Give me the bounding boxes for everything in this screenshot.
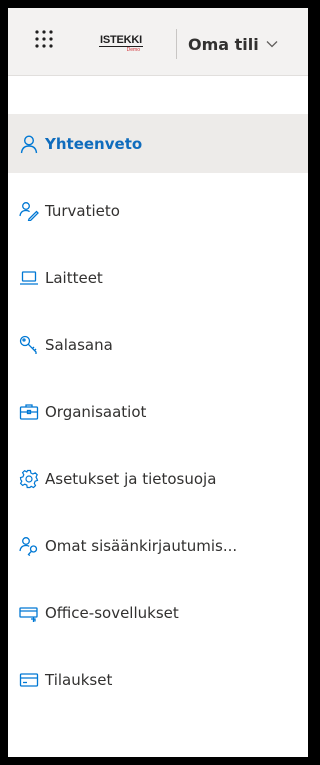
nav-item-salasana[interactable]: Salasana	[8, 315, 308, 374]
nav-item-label: Organisaatiot	[45, 402, 147, 421]
account-menu-button[interactable]: Oma tili	[188, 29, 279, 59]
logo-demo-tag: Demo	[126, 47, 140, 53]
nav-item-laitteet[interactable]: Laitteet	[8, 248, 308, 307]
nav-item-omat-sisaankirjautumiset[interactable]: Omat sisäänkirjautumis...	[8, 516, 308, 575]
person-icon	[19, 134, 39, 154]
nav-item-label: Tilaukset	[45, 670, 113, 689]
waffle-icon[interactable]	[34, 29, 54, 49]
gear-icon	[19, 469, 39, 489]
nav-item-label: Laitteet	[45, 268, 103, 287]
chevron-down-icon	[265, 37, 279, 51]
briefcase-icon	[19, 402, 39, 422]
card-icon	[19, 670, 39, 690]
nav-item-label: Turvatieto	[45, 201, 120, 220]
nav-item-yhteenveto[interactable]: Yhteenveto	[8, 114, 308, 173]
nav-item-label: Omat sisäänkirjautumis...	[45, 536, 238, 555]
nav-item-asetukset[interactable]: Asetukset ja tietosuoja	[8, 449, 308, 508]
nav-item-label: Yhteenveto	[45, 134, 143, 153]
nav-item-turvatieto[interactable]: Turvatieto	[8, 181, 308, 240]
account-label: Oma tili	[188, 34, 259, 54]
nav-item-tilaukset[interactable]: Tilaukset	[8, 650, 308, 709]
nav-item-organisaatiot[interactable]: Organisaatiot	[8, 382, 308, 441]
organization-logo[interactable]: ISTEKKI Demo	[97, 33, 145, 53]
nav-item-label: Office-sovellukset	[45, 603, 179, 622]
person-pen-icon	[19, 201, 39, 221]
top-bar: ISTEKKI Demo Oma tili	[8, 8, 308, 76]
apps-device-icon	[19, 603, 39, 623]
person-key-icon	[19, 536, 39, 556]
nav-item-label: Asetukset ja tietosuoja	[45, 469, 217, 488]
nav-item-office-sovellukset[interactable]: Office-sovellukset	[8, 583, 308, 642]
laptop-icon	[19, 268, 39, 288]
header-divider	[176, 29, 177, 59]
logo-wordmark: ISTEKKI	[100, 34, 142, 46]
sidebar-nav: Yhteenveto Turvatieto Laitteet Salasana …	[8, 114, 308, 717]
nav-item-label: Salasana	[45, 335, 113, 354]
key-icon	[19, 335, 39, 355]
account-window: ISTEKKI Demo Oma tili Yhteenveto Turvati…	[8, 8, 308, 757]
